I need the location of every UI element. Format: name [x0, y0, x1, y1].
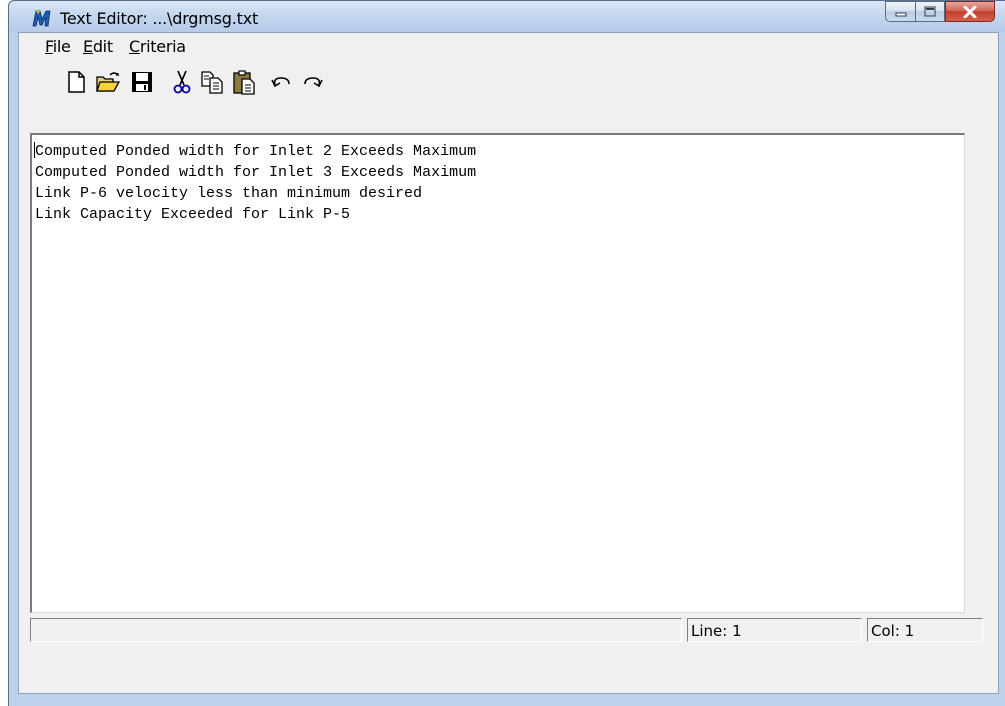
status-col: Col: 1 — [867, 618, 983, 642]
editor-line: Computed Ponded width for Inlet 3 Exceed… — [35, 164, 477, 181]
caption-buttons — [885, 1, 995, 22]
editor-line: Link P-6 velocity less than minimum desi… — [35, 185, 423, 202]
copy-icon[interactable] — [199, 69, 225, 95]
paste-icon[interactable] — [231, 69, 257, 95]
redo-icon[interactable] — [299, 69, 325, 95]
close-button[interactable] — [945, 1, 995, 22]
title-bar[interactable]: Text Editor: ...\drgmsg.txt — [9, 1, 1005, 32]
maximize-button[interactable] — [915, 1, 945, 22]
cut-icon[interactable] — [169, 69, 195, 95]
menu-bar: File Edit Criteria — [19, 33, 998, 59]
editor-line: Link Capacity Exceeded for Link P-5 — [35, 206, 351, 223]
window-title: Text Editor: ...\drgmsg.txt — [60, 9, 259, 28]
text-editor-area[interactable]: Computed Ponded width for Inlet 2 Exceed… — [30, 133, 965, 613]
undo-icon[interactable] — [269, 69, 295, 95]
status-message — [30, 618, 682, 642]
minimize-button[interactable] — [885, 1, 915, 22]
open-folder-icon[interactable] — [95, 69, 121, 95]
microstation-m-icon — [32, 10, 51, 27]
status-bar: Line: 1 Col: 1 — [30, 618, 983, 642]
minimize-icon — [895, 12, 906, 16]
maximize-icon — [924, 6, 936, 17]
toolbar — [19, 59, 998, 103]
menu-file[interactable]: File — [45, 37, 71, 56]
editor-line: Computed Ponded width for Inlet 2 Exceed… — [35, 143, 477, 160]
editor-text: Computed Ponded width for Inlet 2 Exceed… — [35, 141, 476, 225]
status-line: Line: 1 — [687, 618, 862, 642]
close-icon — [963, 5, 977, 18]
menu-criteria[interactable]: Criteria — [129, 37, 186, 56]
menu-edit[interactable]: Edit — [83, 37, 113, 56]
save-icon[interactable] — [129, 69, 155, 95]
new-file-icon[interactable] — [63, 69, 89, 95]
